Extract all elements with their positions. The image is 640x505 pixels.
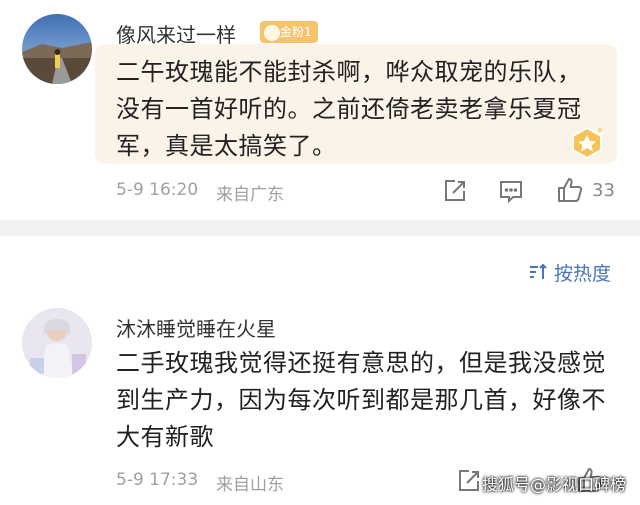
sort-label: 按热度 xyxy=(554,262,612,285)
comment-icon[interactable] xyxy=(498,178,524,204)
like-count: 33 xyxy=(592,180,615,201)
share-icon[interactable] xyxy=(456,468,482,494)
avatar[interactable] xyxy=(22,308,92,378)
watermark: 搜狐号@影视口碑榜 xyxy=(481,475,626,494)
comment-body: 二手玫瑰我觉得还挺有意思的，但是我没感觉 到生产力，因为每次听到都是那几首，好像… xyxy=(116,345,606,456)
comment-date: 5-9 16:20 xyxy=(116,180,199,200)
fan-badge-label: 金粉1 xyxy=(280,25,312,39)
comment-date: 5-9 17:33 xyxy=(116,470,199,490)
comment-line: 到生产力，因为每次听到都是那几首，好像不 xyxy=(116,386,606,414)
comment-location: 来自广东 xyxy=(216,185,284,205)
comment-line: 二手玫瑰我觉得还挺有意思的，但是我没感觉 xyxy=(116,349,606,377)
sort-by-hot-button[interactable]: 按热度 xyxy=(528,258,611,286)
comment-line: 二午玫瑰能不能封杀啊，哗众取宠的乐队， xyxy=(116,58,582,86)
comment-username[interactable]: 沐沐睡觉睡在火星 xyxy=(116,313,276,342)
comment-body: 二午玫瑰能不能封杀啊，哗众取宠的乐队， 没有一首好听的。之前还倚老卖老拿乐夏冠 … xyxy=(116,54,582,165)
section-divider xyxy=(0,220,640,236)
comment-line: 没有一首好听的。之前还倚老卖老拿乐夏冠 xyxy=(116,95,582,123)
like-icon[interactable] xyxy=(556,176,584,204)
badge-icon xyxy=(264,25,280,41)
sort-icon xyxy=(530,263,547,279)
comment-line: 大有新歌 xyxy=(116,423,214,451)
fan-badge: 金粉1 xyxy=(260,21,318,43)
avatar[interactable] xyxy=(22,14,92,84)
comment-line: 军，真是太搞笑了。 xyxy=(116,132,337,160)
comment-location: 来自山东 xyxy=(216,475,284,495)
share-icon[interactable] xyxy=(442,178,468,204)
